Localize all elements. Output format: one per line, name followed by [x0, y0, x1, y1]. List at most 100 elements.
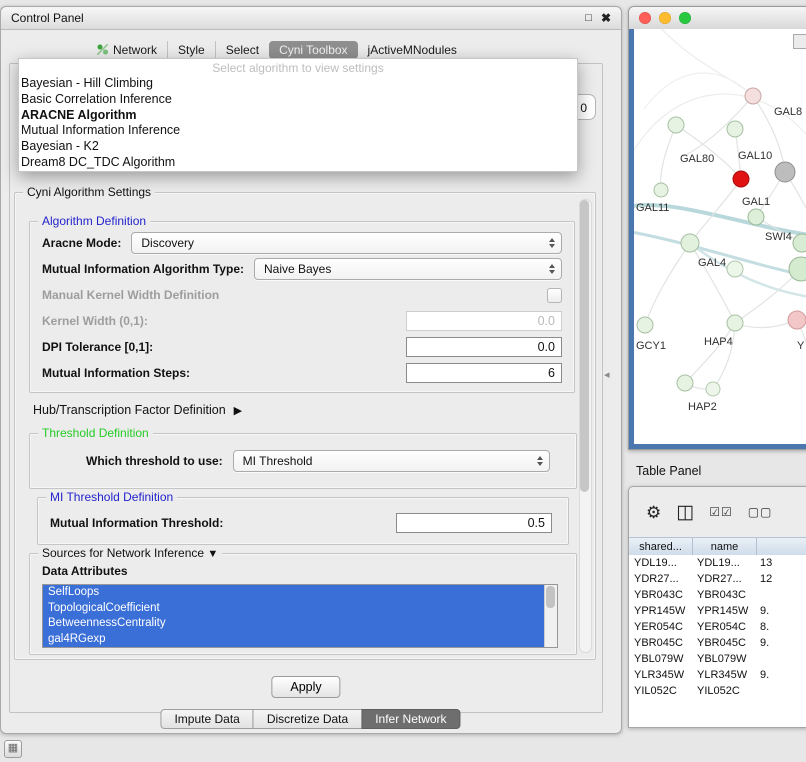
node-label: GAL11: [636, 202, 669, 214]
table-toolbar: ⚙ ◫ ☑☑ ▢▢: [629, 487, 806, 537]
columns-icon[interactable]: ◫: [676, 503, 694, 522]
network-window-titlebar: [629, 7, 806, 30]
sources-toggle[interactable]: Sources for Network Inference ▼: [38, 546, 222, 561]
table-row[interactable]: YBR045CYBR045C9.: [629, 635, 806, 651]
network-node[interactable]: [788, 311, 806, 329]
tab-impute-data[interactable]: Impute Data: [160, 709, 253, 729]
deselect-all-checkboxes-icon[interactable]: ▢▢: [748, 506, 773, 518]
close-traffic-light[interactable]: [639, 12, 651, 24]
mi-type-select[interactable]: Naive Bayes: [254, 258, 562, 280]
table-row[interactable]: YLR345WYLR345W9.: [629, 667, 806, 683]
table-cell: YER054C: [692, 621, 755, 633]
network-node[interactable]: [775, 162, 795, 182]
aracne-mode-select[interactable]: Discovery: [131, 232, 562, 254]
hub-definition-toggle[interactable]: Hub/Transcription Factor Definition ▶: [33, 403, 242, 417]
table-panel-title: Table Panel: [636, 464, 701, 478]
table-row[interactable]: YPR145WYPR145W9.: [629, 603, 806, 619]
network-node[interactable]: [677, 375, 693, 391]
table-row[interactable]: YDR27...YDR27...12: [629, 571, 806, 587]
algorithm-option[interactable]: Dream8 DC_TDC Algorithm: [19, 155, 577, 171]
node-label: HAP4: [704, 336, 733, 348]
network-node[interactable]: [668, 117, 684, 133]
network-tab-icon: [97, 44, 108, 55]
apply-button[interactable]: Apply: [271, 676, 340, 698]
table-cell: YDR27...: [692, 573, 755, 585]
attribute-list-item[interactable]: BetweennessCentrality: [43, 616, 545, 632]
tab-network[interactable]: Network: [87, 41, 167, 59]
mi-type-value: Naive Bayes: [264, 262, 331, 276]
node-label: GCY1: [636, 340, 666, 352]
mi-steps-input[interactable]: [406, 363, 562, 383]
minimize-traffic-light[interactable]: [659, 12, 671, 24]
expand-right-icon[interactable]: ▶: [234, 404, 242, 417]
network-node[interactable]: [637, 317, 653, 333]
zoom-traffic-light[interactable]: [679, 12, 691, 24]
aracne-mode-label: Aracne Mode:: [42, 236, 121, 250]
table-row[interactable]: YIL052CYIL052C: [629, 683, 806, 699]
table-header-cell-shared[interactable]: shared...: [629, 538, 693, 556]
select-all-checkboxes-icon[interactable]: ☑☑: [709, 506, 733, 518]
mi-threshold-row: Mutual Information Threshold:: [38, 510, 568, 536]
table-cell: YIL052C: [629, 685, 692, 697]
tab-select[interactable]: Select: [215, 41, 269, 59]
algorithm-option[interactable]: Bayesian - K2: [19, 139, 577, 155]
algorithm-option[interactable]: Bayesian - Hill Climbing: [19, 76, 577, 92]
algorithm-list: Bayesian - Hill ClimbingBasic Correlatio…: [19, 76, 577, 171]
tab-style[interactable]: Style: [167, 41, 215, 59]
table-row[interactable]: YBR043CYBR043C: [629, 587, 806, 603]
gear-icon[interactable]: ⚙: [646, 504, 661, 521]
close-panel-icon[interactable]: ✖: [601, 11, 611, 25]
cyni-algorithm-settings-group: Cyni Algorithm Settings Algorithm Defini…: [14, 192, 596, 660]
mi-threshold-definition-title: MI Threshold Definition: [46, 490, 177, 504]
network-node[interactable]: [681, 234, 699, 252]
network-node[interactable]: [727, 315, 743, 331]
attribute-list-item[interactable]: gal4RGexp: [43, 632, 545, 648]
attribute-list-item[interactable]: TopologicalCoefficient: [43, 601, 545, 617]
algorithm-option[interactable]: Basic Correlation Inference: [19, 92, 577, 108]
algorithm-definition-group: Algorithm Definition Aracne Mode: Discov…: [29, 221, 575, 393]
hub-definition-label: Hub/Transcription Factor Definition: [33, 403, 226, 417]
mi-steps-label: Mutual Information Steps:: [42, 366, 190, 380]
which-threshold-select[interactable]: MI Threshold: [233, 450, 550, 472]
collapse-down-icon[interactable]: ▼: [207, 548, 218, 560]
table-cell: YER054C: [629, 621, 692, 633]
table-cell: YLR345W: [692, 669, 755, 681]
attribute-list-item[interactable]: SelfLoops: [43, 585, 545, 601]
table-row[interactable]: YER054CYER054C8.: [629, 619, 806, 635]
table-row[interactable]: YDL19...YDL19...13: [629, 555, 806, 571]
tab-discretize-data[interactable]: Discretize Data: [253, 709, 362, 729]
node-label: GAL4: [698, 257, 726, 269]
algorithm-option[interactable]: ARACNE Algorithm: [19, 108, 577, 124]
network-canvas[interactable]: GAL8GAL80GAL10GAL11GAL1SWI4GAL4GCY1HAP4H…: [629, 29, 806, 449]
divider-collapse-icon[interactable]: ◂: [604, 368, 610, 381]
tab-infer-network[interactable]: Infer Network: [361, 709, 460, 729]
tab-cyni-toolbox[interactable]: Cyni Toolbox: [269, 41, 357, 59]
network-node[interactable]: [727, 261, 743, 277]
mi-threshold-input[interactable]: [396, 513, 552, 533]
network-node[interactable]: [706, 382, 720, 396]
settings-scrollbar-thumb[interactable]: [580, 200, 589, 492]
listbox-scrollbar-thumb[interactable]: [546, 586, 555, 608]
network-node[interactable]: [654, 183, 668, 197]
network-node[interactable]: [793, 234, 806, 252]
data-attributes-listbox[interactable]: SelfLoopsTopologicalCoefficientBetweenne…: [42, 584, 558, 648]
dpi-tolerance-input[interactable]: [406, 337, 562, 357]
float-window-icon[interactable]: □: [585, 12, 592, 24]
threshold-definition-title: Threshold Definition: [38, 426, 153, 440]
network-node[interactable]: [745, 88, 761, 104]
network-view-window: GAL8GAL80GAL10GAL11GAL1SWI4GAL4GCY1HAP4H…: [628, 6, 806, 450]
panel-title: Control Panel: [11, 11, 84, 25]
tab-jactivemnodules[interactable]: jActiveMNodules: [358, 41, 467, 59]
algorithm-option[interactable]: Mutual Information Inference: [19, 123, 577, 139]
table-header-cell-name[interactable]: name: [693, 538, 757, 556]
panel-dock-icon[interactable]: ▦: [4, 740, 22, 758]
table-header-cell-3[interactable]: [757, 538, 806, 556]
network-node[interactable]: [789, 257, 806, 281]
network-node[interactable]: [748, 209, 764, 225]
overview-box[interactable]: [793, 34, 806, 49]
network-node[interactable]: [727, 121, 743, 137]
table-row[interactable]: YBL079WYBL079W: [629, 651, 806, 667]
manual-kernel-checkbox[interactable]: [547, 288, 562, 303]
network-node[interactable]: [733, 171, 749, 187]
listbox-scrollbar: [544, 585, 557, 647]
